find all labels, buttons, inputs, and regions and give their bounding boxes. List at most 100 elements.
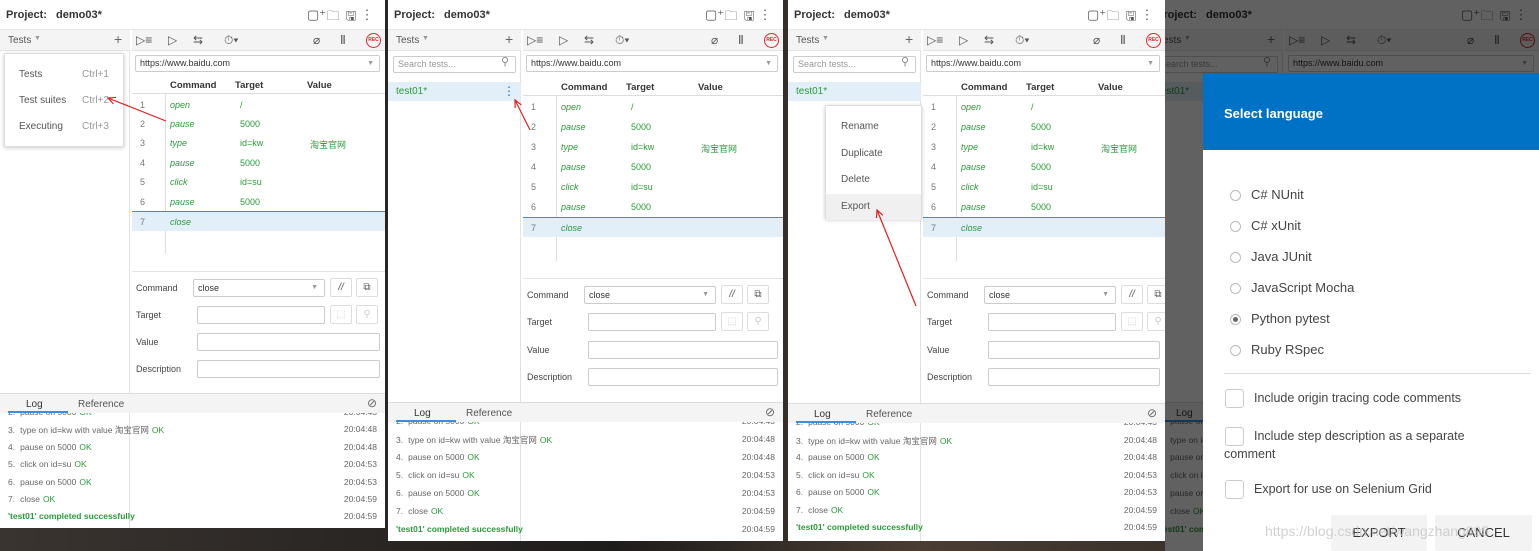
step-over-icon[interactable]: ⇆ <box>984 33 994 47</box>
test-speed-icon[interactable]: ⏱▾ <box>615 33 629 48</box>
disable-breakpoints-icon[interactable]: ⌀ <box>313 33 320 47</box>
search-tests-input[interactable]: Search tests... <box>793 56 916 73</box>
clear-log-icon[interactable]: ⊘ <box>765 405 775 419</box>
target-input[interactable] <box>988 313 1116 332</box>
language-option[interactable]: Python pytest <box>1203 311 1539 329</box>
command-row[interactable]: 2 pause 5000 <box>523 117 783 137</box>
menu-item-tests[interactable]: Tests Ctrl+1 <box>5 66 123 84</box>
select-target-button[interactable]: ⬚ <box>1121 312 1143 332</box>
menu-item-test-suites[interactable]: Test suites Ctrl+2 <box>5 92 123 110</box>
value-input[interactable] <box>588 340 778 359</box>
run-test-icon[interactable]: ▷ <box>959 33 968 47</box>
find-target-button[interactable]: ⚲ <box>1147 312 1165 332</box>
command-row[interactable]: 1 open / <box>132 95 385 114</box>
language-option[interactable]: JavaScript Mocha <box>1203 280 1539 298</box>
tab-reference[interactable]: Reference <box>866 409 912 420</box>
tab-log[interactable]: Log <box>414 408 431 419</box>
new-project-icon[interactable]: ▢⁺ <box>1087 7 1106 23</box>
open-project-icon[interactable]: 🗀 <box>1105 7 1121 29</box>
command-row[interactable]: 2 pause 5000 <box>132 114 385 133</box>
run-test-icon[interactable]: ▷ <box>168 33 177 47</box>
command-row[interactable]: 4 pause 5000 <box>523 157 783 177</box>
save-project-icon[interactable]: 🖫 <box>1123 7 1139 29</box>
more-options-icon[interactable]: ⋮ <box>757 7 773 23</box>
more-options-icon[interactable]: ⋮ <box>1139 7 1155 23</box>
pause-exceptions-icon[interactable]: Ⅱ <box>1120 33 1126 47</box>
command-row[interactable]: 5 click id=su <box>923 177 1165 197</box>
description-input[interactable] <box>197 360 380 378</box>
new-project-icon[interactable]: ▢⁺ <box>705 7 724 23</box>
base-url-input[interactable]: https://www.baidu.com ▼ <box>526 55 778 72</box>
radio-button[interactable] <box>1230 345 1241 356</box>
description-input[interactable] <box>988 367 1160 386</box>
run-all-tests-icon[interactable]: ▷≡ <box>527 33 543 47</box>
command-row[interactable]: 1 open / <box>523 97 783 117</box>
comment-toggle-button[interactable]: // <box>1121 285 1143 304</box>
tab-log[interactable]: Log <box>26 399 43 410</box>
command-row[interactable]: 6 pause 5000 <box>132 192 385 211</box>
open-reference-button[interactable]: ⧉ <box>747 285 769 304</box>
disable-breakpoints-icon[interactable]: ⌀ <box>1093 33 1100 47</box>
radio-button[interactable] <box>1230 190 1241 201</box>
add-test-button[interactable]: + <box>905 31 913 47</box>
command-row[interactable]: 3 type id=kw 淘宝官网 <box>132 134 385 153</box>
run-all-tests-icon[interactable]: ▷≡ <box>927 33 943 47</box>
open-project-icon[interactable]: 🗀 <box>723 7 739 29</box>
step-over-icon[interactable]: ⇆ <box>193 33 203 47</box>
record-button[interactable]: REC <box>764 33 779 48</box>
test-options-icon[interactable]: ⋮ <box>503 84 515 98</box>
command-row[interactable]: 3 type id=kw 淘宝官网 <box>923 137 1165 157</box>
command-row[interactable]: 6 pause 5000 <box>923 197 1165 217</box>
tab-reference[interactable]: Reference <box>78 399 124 410</box>
context-menu-item-export[interactable]: Export <box>826 194 921 221</box>
tests-dropdown[interactable]: Tests <box>796 35 819 46</box>
select-target-button[interactable]: ⬚ <box>330 305 352 324</box>
clear-log-icon[interactable]: ⊘ <box>367 396 377 410</box>
find-target-button[interactable]: ⚲ <box>356 305 378 324</box>
test-item-test01[interactable]: test01* ⋮ <box>388 82 521 101</box>
base-url-input[interactable]: https://www.baidu.com ▼ <box>135 55 380 72</box>
test-speed-icon[interactable]: ⏱▾ <box>1015 33 1029 48</box>
command-row[interactable]: 3 type id=kw 淘宝官网 <box>523 137 783 157</box>
target-input[interactable] <box>197 306 325 324</box>
open-reference-button[interactable]: ⧉ <box>356 278 378 297</box>
radio-button[interactable] <box>1230 221 1241 232</box>
context-menu-item-delete[interactable]: Delete <box>826 167 921 193</box>
comment-toggle-button[interactable]: // <box>330 278 352 297</box>
record-button[interactable]: REC <box>1146 33 1161 48</box>
radio-button[interactable] <box>1230 314 1241 325</box>
search-tests-input[interactable]: Search tests... <box>393 56 516 73</box>
pause-exceptions-icon[interactable]: Ⅱ <box>340 33 346 47</box>
option-checkbox[interactable] <box>1225 389 1244 408</box>
context-menu-item-duplicate[interactable]: Duplicate <box>826 141 921 167</box>
run-test-icon[interactable]: ▷ <box>559 33 568 47</box>
command-row[interactable]: 4 pause 5000 <box>132 153 385 172</box>
target-input[interactable] <box>588 313 716 332</box>
save-project-icon[interactable]: 🖫 <box>741 7 757 29</box>
command-row[interactable]: 6 pause 5000 <box>523 197 783 217</box>
record-button[interactable]: REC <box>366 33 381 48</box>
command-select[interactable]: close ▼ <box>193 279 325 297</box>
test-speed-icon[interactable]: ⏱▾ <box>224 33 238 48</box>
find-target-button[interactable]: ⚲ <box>747 312 769 332</box>
command-select[interactable]: close ▼ <box>584 286 716 304</box>
command-row[interactable]: 4 pause 5000 <box>923 157 1165 177</box>
command-row[interactable]: 5 click id=su <box>132 173 385 192</box>
tab-reference[interactable]: Reference <box>466 408 512 419</box>
open-reference-button[interactable]: ⧉ <box>1147 285 1165 304</box>
command-row[interactable]: 5 click id=su <box>523 177 783 197</box>
add-test-button[interactable]: + <box>505 31 513 47</box>
command-row[interactable]: 1 open / <box>923 97 1165 117</box>
select-target-button[interactable]: ⬚ <box>721 312 743 332</box>
menu-item-executing[interactable]: Executing Ctrl+3 <box>5 118 123 136</box>
new-project-icon[interactable]: ▢⁺ <box>307 7 326 23</box>
open-project-icon[interactable]: 🗀 <box>325 7 341 29</box>
save-project-icon[interactable]: 🖫 <box>343 7 359 29</box>
language-option[interactable]: C# xUnit <box>1203 218 1539 236</box>
command-row[interactable]: 2 pause 5000 <box>923 117 1165 137</box>
value-input[interactable] <box>197 333 380 351</box>
base-url-input[interactable]: https://www.baidu.com ▼ <box>926 55 1160 72</box>
run-all-tests-icon[interactable]: ▷≡ <box>136 33 152 47</box>
comment-toggle-button[interactable]: // <box>721 285 743 304</box>
step-over-icon[interactable]: ⇆ <box>584 33 594 47</box>
